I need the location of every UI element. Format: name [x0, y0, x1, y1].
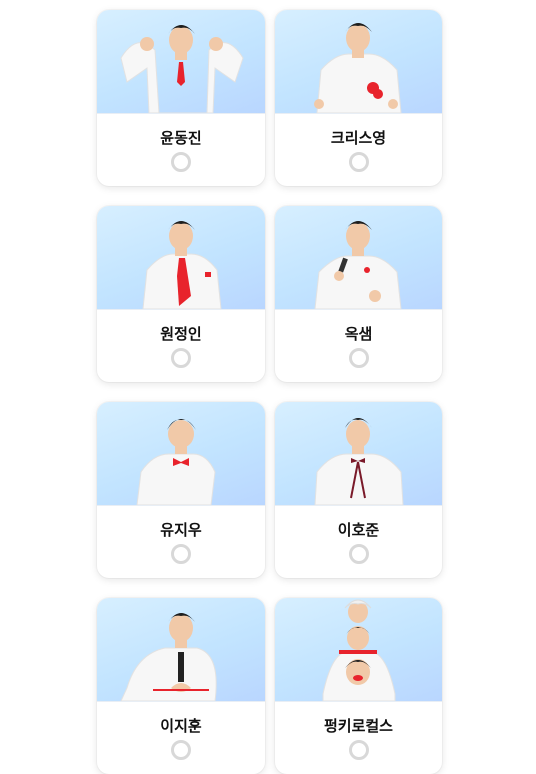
vote-radio[interactable]	[171, 152, 191, 172]
candidate-grid: 윤동진 크리스영 원정인 옥샘 유지우 이호준 이지훈 펑키로컬스	[97, 10, 442, 774]
candidate-name: 크리스영	[330, 129, 387, 147]
vote-radio[interactable]	[348, 348, 369, 368]
vote-radio[interactable]	[171, 348, 191, 368]
candidate-card[interactable]: 옥샘	[275, 206, 442, 382]
vote-radio[interactable]	[171, 544, 191, 564]
candidate-photo	[275, 598, 442, 702]
candidate-name: 옥샘	[344, 325, 373, 343]
candidate-photo	[275, 10, 442, 114]
vote-radio[interactable]	[348, 152, 369, 172]
vote-radio[interactable]	[348, 740, 369, 760]
candidate-photo	[97, 598, 265, 702]
candidate-photo	[97, 10, 265, 114]
candidate-card[interactable]: 원정인	[97, 206, 265, 382]
vote-radio[interactable]	[348, 544, 369, 564]
candidate-name: 윤동진	[160, 129, 202, 147]
candidate-name: 이지훈	[160, 717, 202, 735]
candidate-card[interactable]: 이호준	[275, 402, 442, 578]
candidate-name: 이호준	[337, 521, 380, 539]
candidate-photo	[275, 402, 442, 506]
candidate-card[interactable]: 윤동진	[97, 10, 265, 186]
candidate-name: 유지우	[160, 521, 202, 539]
vote-radio[interactable]	[171, 740, 191, 760]
candidate-photo	[97, 206, 265, 310]
candidate-card[interactable]: 유지우	[97, 402, 265, 578]
candidate-photo	[275, 206, 442, 310]
candidate-card[interactable]: 크리스영	[275, 10, 442, 186]
candidate-name: 원정인	[160, 325, 202, 343]
candidate-card[interactable]: 펑키로컬스	[275, 598, 442, 774]
candidate-photo	[97, 402, 265, 506]
candidate-card[interactable]: 이지훈	[97, 598, 265, 774]
candidate-name: 펑키로컬스	[323, 717, 393, 735]
